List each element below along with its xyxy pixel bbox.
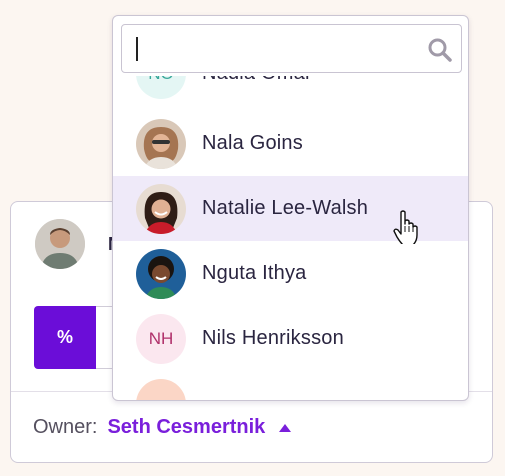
person-name: Nguta Ithya — [202, 262, 307, 284]
person-name: Nadia Omar — [202, 76, 312, 85]
avatar: NH — [136, 313, 186, 364]
percent-toggle-button[interactable]: % — [34, 306, 96, 369]
person-name: Nils Henriksson — [202, 327, 344, 349]
avatar-initials: NH — [148, 328, 174, 348]
text-cursor — [136, 37, 138, 61]
list-item[interactable]: NO Nadia Omar — [113, 76, 468, 106]
person-name: Nala Goins — [202, 132, 303, 154]
avatar — [136, 378, 186, 400]
hand-pointer-icon — [393, 210, 418, 244]
avatar — [136, 183, 186, 234]
avatar — [136, 118, 186, 169]
avatar: NO — [136, 76, 186, 99]
owner-row: Owner: Seth Cesmertnik — [33, 416, 292, 439]
list-item[interactable] — [113, 371, 468, 400]
owner-dropdown: NO Nadia Omar Nala Goins — [112, 15, 469, 401]
person-name: Natalie Lee-Walsh — [202, 197, 369, 219]
owner-select[interactable]: Seth Cesmertnik — [107, 416, 265, 439]
owner-label: Owner: — [33, 416, 98, 438]
list-item[interactable]: NH Nils Henriksson — [113, 306, 468, 371]
search-input[interactable] — [121, 24, 462, 73]
search-icon[interactable] — [427, 37, 453, 63]
owner-avatar — [35, 219, 85, 269]
caret-up-icon[interactable] — [279, 423, 292, 432]
avatar — [136, 248, 186, 299]
list-item[interactable]: Nguta Ithya — [113, 241, 468, 306]
list-item[interactable]: Nala Goins — [113, 111, 468, 176]
